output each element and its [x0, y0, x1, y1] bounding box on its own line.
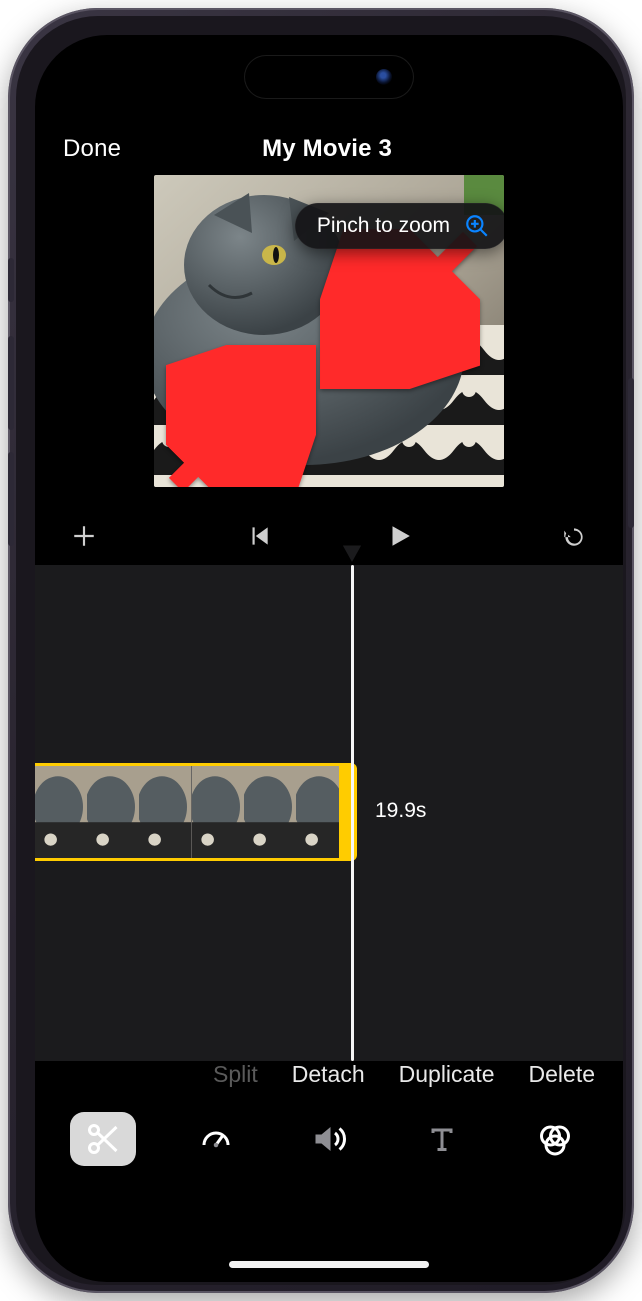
play-button[interactable] — [374, 515, 424, 557]
clip-actions: Split Detach Duplicate Delete — [35, 1061, 623, 1094]
zoom-in-icon — [464, 213, 490, 239]
pinch-arrow-in — [320, 229, 480, 389]
editor-tabs — [35, 1104, 623, 1174]
dynamic-island — [244, 55, 414, 99]
side-button-power — [628, 378, 634, 528]
plus-icon — [71, 523, 97, 549]
play-icon — [386, 523, 412, 549]
playhead-line[interactable] — [351, 565, 354, 1061]
screen: Done My Movie 3 — [35, 35, 623, 1282]
selected-clip[interactable] — [35, 763, 351, 861]
pinch-zoom-tooltip: Pinch to zoom — [295, 203, 504, 249]
project-title: My Movie 3 — [262, 135, 392, 163]
scissors-icon — [85, 1121, 121, 1157]
speedometer-icon — [198, 1121, 234, 1157]
tooltip-label: Pinch to zoom — [317, 214, 450, 238]
undo-icon — [561, 523, 587, 549]
tab-titles[interactable] — [409, 1112, 475, 1166]
go-to-start-button[interactable] — [234, 515, 284, 557]
speaker-icon — [311, 1121, 347, 1157]
home-indicator[interactable] — [229, 1261, 429, 1268]
filters-icon — [537, 1121, 573, 1157]
split-button: Split — [213, 1061, 258, 1088]
clip-trim-handle-right[interactable] — [339, 763, 357, 861]
duplicate-button[interactable]: Duplicate — [399, 1061, 495, 1088]
done-button[interactable]: Done — [59, 129, 125, 169]
tab-filters[interactable] — [522, 1112, 588, 1166]
video-preview[interactable]: Pinch to zoom — [154, 175, 504, 487]
side-button-silence — [8, 258, 14, 302]
tab-volume[interactable] — [296, 1112, 362, 1166]
text-icon — [424, 1121, 460, 1157]
detach-button[interactable]: Detach — [292, 1061, 365, 1088]
pinch-arrow-out — [166, 345, 316, 487]
clip-duration-label: 19.9s — [375, 799, 426, 823]
tab-actions[interactable] — [70, 1112, 136, 1166]
device-frame: Done My Movie 3 — [8, 8, 634, 1293]
delete-button[interactable]: Delete — [529, 1061, 595, 1088]
side-button-volume-down — [8, 452, 14, 546]
side-button-volume-up — [8, 336, 14, 430]
center-controls — [234, 515, 424, 557]
timeline[interactable]: 19.9s — [35, 565, 623, 1061]
skip-back-icon — [246, 523, 272, 549]
transport-controls — [35, 497, 623, 557]
tab-speed[interactable] — [183, 1112, 249, 1166]
undo-button[interactable] — [549, 515, 599, 557]
add-media-button[interactable] — [59, 515, 109, 557]
